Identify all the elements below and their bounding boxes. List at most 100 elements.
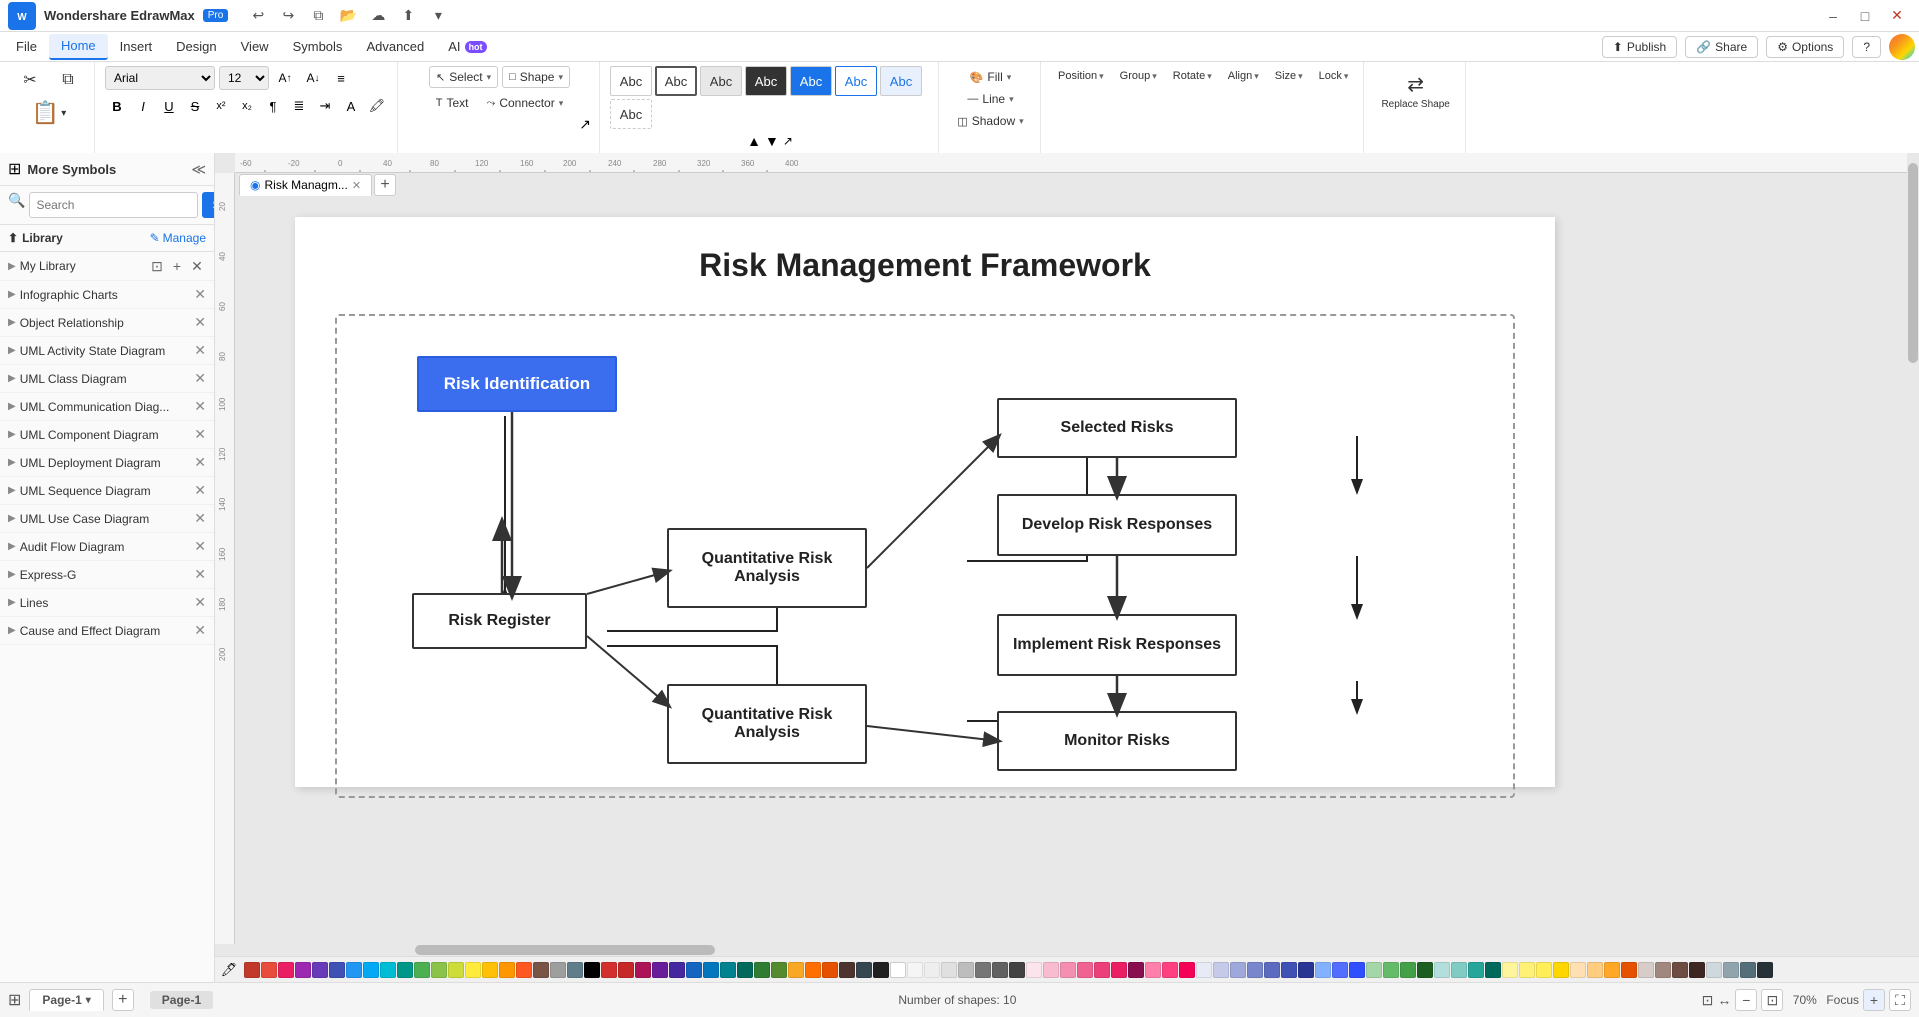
fit-page-icon[interactable]: ⊡	[1702, 992, 1714, 1009]
position-btn[interactable]: Position▾	[1051, 66, 1111, 86]
add-doc-tab[interactable]: +	[374, 174, 396, 196]
menu-ai[interactable]: AI hot	[436, 34, 498, 60]
color-swatch-bd[interactable]	[958, 962, 974, 978]
export-btn[interactable]: ⬆	[394, 5, 422, 27]
color-swatch-d3[interactable]	[635, 962, 651, 978]
color-swatch-x20[interactable]	[1689, 962, 1705, 978]
color-swatch-white[interactable]	[890, 962, 906, 978]
color-swatch-cyan[interactable]	[380, 962, 396, 978]
color-swatch-d4[interactable]	[652, 962, 668, 978]
close-icon[interactable]: ✕	[194, 426, 206, 443]
color-swatch-x4[interactable]	[1417, 962, 1433, 978]
library-item-uml-deployment[interactable]: ▶ UML Deployment Diagram ✕	[0, 449, 214, 477]
close-icon[interactable]: ✕	[194, 398, 206, 415]
horizontal-scrollbar[interactable]	[215, 944, 1919, 956]
library-item-cause[interactable]: ▶ Cause and Effect Diagram ✕	[0, 617, 214, 645]
color-swatch-b6[interactable]	[1281, 962, 1297, 978]
menu-insert[interactable]: Insert	[108, 34, 165, 60]
color-swatch-d12[interactable]	[788, 962, 804, 978]
style-box-2[interactable]: Abc	[655, 66, 697, 96]
add-page-btn[interactable]: +	[112, 989, 134, 1011]
current-doc-tab[interactable]: ◉ Risk Managm... ✕	[239, 174, 372, 196]
cloud-btn[interactable]: ☁	[364, 5, 392, 27]
tools-expand-icon[interactable]: ↗	[579, 116, 591, 133]
close-icon[interactable]: ✕	[194, 286, 206, 303]
paste-btn[interactable]: 📋 ▾	[12, 96, 86, 130]
align-btn2[interactable]: Align▾	[1221, 66, 1266, 86]
color-swatch-p10[interactable]	[1179, 962, 1195, 978]
implement-responses-node[interactable]: Implement Risk Responses	[997, 614, 1237, 676]
manage-link[interactable]: ✎ Manage	[150, 231, 206, 245]
color-swatch-x19[interactable]	[1672, 962, 1688, 978]
color-swatch-d14[interactable]	[822, 962, 838, 978]
color-swatch-light-green[interactable]	[431, 962, 447, 978]
color-swatch-b4[interactable]	[1247, 962, 1263, 978]
color-swatch-d2[interactable]	[618, 962, 634, 978]
color-swatch-d15[interactable]	[839, 962, 855, 978]
color-swatch-red2[interactable]	[261, 962, 277, 978]
more-btn[interactable]: ▾	[424, 5, 452, 27]
font-family-select[interactable]: Arial	[105, 66, 215, 90]
canvas-content[interactable]: ◉ Risk Managm... ✕ + Risk Management Fra…	[235, 173, 1919, 982]
color-swatch-deep-purple[interactable]	[312, 962, 328, 978]
color-swatch-x16[interactable]	[1621, 962, 1637, 978]
color-swatch-x17[interactable]	[1638, 962, 1654, 978]
close-lib-btn[interactable]: ✕	[188, 257, 206, 275]
size-btn[interactable]: Size▾	[1268, 66, 1310, 86]
maximize-btn[interactable]: □	[1851, 5, 1879, 27]
user-avatar[interactable]	[1889, 34, 1915, 60]
minimize-btn[interactable]: –	[1819, 5, 1847, 27]
duplicate-btn[interactable]: ⧉	[304, 5, 332, 27]
color-swatch-purple[interactable]	[295, 962, 311, 978]
share-btn[interactable]: 🔗 Share	[1685, 36, 1758, 58]
library-item-uml-comm[interactable]: ▶ UML Communication Diag... ✕	[0, 393, 214, 421]
menu-symbols[interactable]: Symbols	[281, 34, 355, 60]
color-swatch-brown[interactable]	[533, 962, 549, 978]
color-swatch-blue[interactable]	[346, 962, 362, 978]
color-swatch-x14[interactable]	[1587, 962, 1603, 978]
color-swatch-b9[interactable]	[1332, 962, 1348, 978]
options-btn[interactable]: ⚙ Options	[1766, 36, 1844, 58]
group-btn[interactable]: Group▾	[1113, 66, 1164, 86]
select-tool-btn[interactable]: ↖ Select ▾	[429, 66, 498, 88]
close-icon[interactable]: ✕	[194, 314, 206, 331]
replace-shape-btn[interactable]: ⇄ Replace Shape	[1374, 66, 1456, 116]
list-btn[interactable]: ≣	[287, 94, 311, 118]
menu-home[interactable]: Home	[49, 34, 108, 60]
library-item-uml-activity[interactable]: ▶ UML Activity State Diagram ✕	[0, 337, 214, 365]
monitor-risks-node[interactable]: Monitor Risks	[997, 711, 1237, 771]
color-swatch-black[interactable]	[584, 962, 600, 978]
color-swatch-x22[interactable]	[1723, 962, 1739, 978]
library-item-uml-usecase[interactable]: ▶ UML Use Case Diagram ✕	[0, 505, 214, 533]
close-icon[interactable]: ✕	[194, 594, 206, 611]
help-btn[interactable]: ?	[1852, 36, 1881, 58]
connector-tool-btn[interactable]: ⤳ Connector ▾	[480, 92, 571, 114]
color-swatch-p5[interactable]	[1094, 962, 1110, 978]
color-swatch-x7[interactable]	[1468, 962, 1484, 978]
font-grow-btn[interactable]: A↑	[273, 66, 297, 90]
publish-btn[interactable]: ⬆ Publish	[1602, 36, 1677, 58]
color-swatch-p8[interactable]	[1145, 962, 1161, 978]
close-doc-tab[interactable]: ✕	[352, 179, 361, 192]
color-swatch-x15[interactable]	[1604, 962, 1620, 978]
close-btn[interactable]: ✕	[1883, 5, 1911, 27]
library-item-uml-component[interactable]: ▶ UML Component Diagram ✕	[0, 421, 214, 449]
color-swatch-p7[interactable]	[1128, 962, 1144, 978]
style-box-4[interactable]: Abc	[745, 66, 787, 96]
strikethrough-btn[interactable]: S	[183, 94, 207, 118]
color-swatch-light-blue[interactable]	[363, 962, 379, 978]
shape-tool-btn[interactable]: □ Shape ▾	[502, 66, 570, 88]
color-swatch-d16[interactable]	[856, 962, 872, 978]
collapse-lib-btn[interactable]: ⊡	[148, 257, 166, 275]
styles-down-arrow[interactable]: ▼	[765, 133, 779, 149]
line-btn[interactable]: — Line ▾	[960, 88, 1020, 110]
fill-btn[interactable]: 🎨 Fill ▾	[963, 66, 1019, 88]
panel-collapse-btn[interactable]: ≪	[191, 161, 206, 178]
close-icon[interactable]: ✕	[194, 370, 206, 387]
library-item-uml-sequence[interactable]: ▶ UML Sequence Diagram ✕	[0, 477, 214, 505]
style-box-6[interactable]: Abc	[835, 66, 877, 96]
library-item-infographic[interactable]: ▶ Infographic Charts ✕	[0, 281, 214, 309]
menu-design[interactable]: Design	[164, 34, 228, 60]
style-box-5[interactable]: Abc	[790, 66, 832, 96]
zoom-fit-btn[interactable]: ⊡	[1761, 989, 1783, 1011]
